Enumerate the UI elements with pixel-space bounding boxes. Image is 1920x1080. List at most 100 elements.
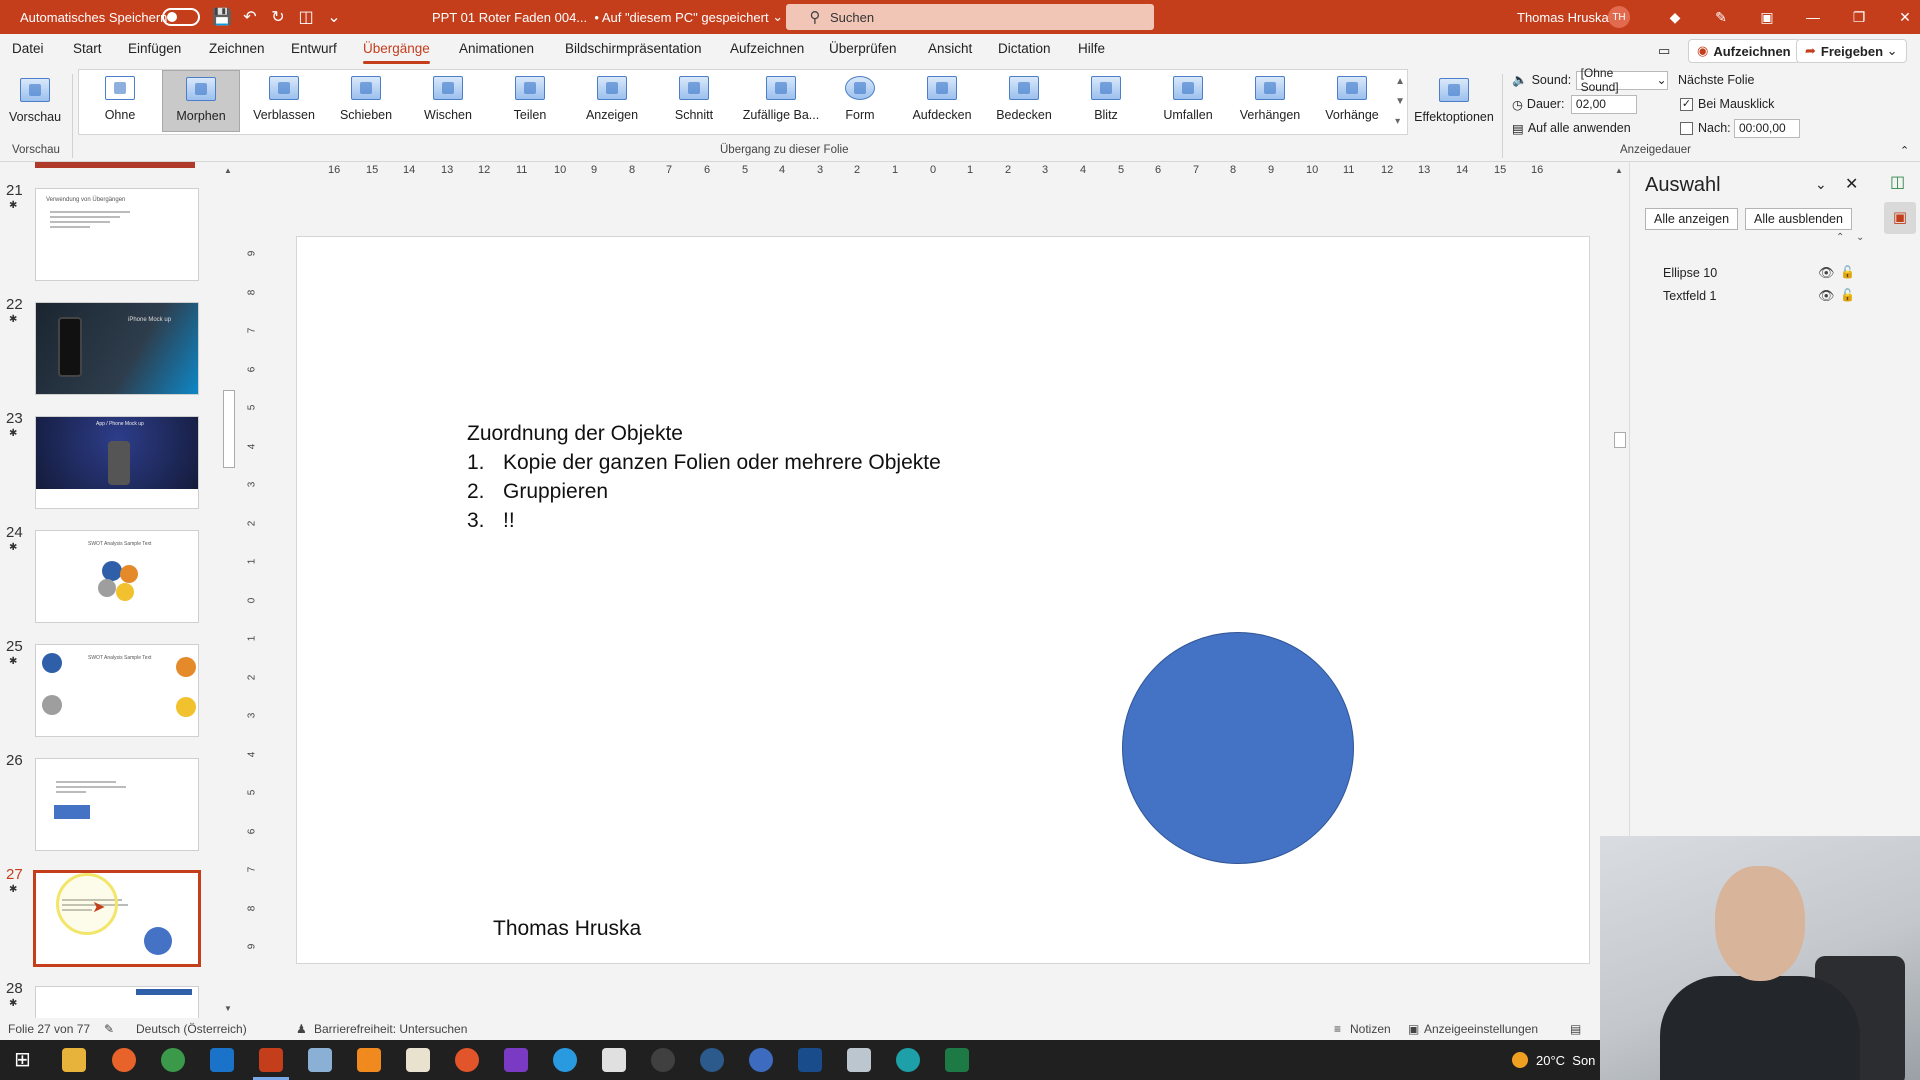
tab-dictation[interactable]: Dictation bbox=[998, 34, 1051, 66]
diamond-icon[interactable]: ◆ bbox=[1652, 0, 1698, 34]
lock-icon[interactable]: 🔓 bbox=[1840, 265, 1855, 279]
minimize-icon[interactable]: — bbox=[1790, 0, 1836, 34]
app-icon[interactable] bbox=[798, 1048, 822, 1072]
ellipse-shape[interactable] bbox=[1122, 632, 1354, 864]
lock-icon[interactable]: 🔓 bbox=[1840, 288, 1855, 302]
transition-wischen[interactable]: Wischen bbox=[409, 70, 487, 132]
transition-schnitt[interactable]: Schnitt bbox=[655, 70, 733, 132]
canvas-scroll-thumb[interactable] bbox=[1614, 432, 1626, 448]
undo-icon[interactable]: ↶ bbox=[236, 0, 264, 34]
collapse-ribbon-icon[interactable]: ⌃ bbox=[1900, 144, 1909, 157]
selection-item-ellipse[interactable]: Ellipse 10 bbox=[1663, 266, 1717, 280]
slide-thumbnail-26[interactable] bbox=[35, 758, 199, 851]
gallery-scroll[interactable]: ▲ ▼ ▾ bbox=[1395, 72, 1405, 132]
slide-20-thumbnail-edge[interactable] bbox=[35, 162, 195, 168]
slide-thumbnail-23[interactable]: App / Phone Mock up bbox=[35, 416, 199, 509]
notes-button[interactable]: Notizen bbox=[1350, 1022, 1391, 1036]
slide-thumbnail-22[interactable]: iPhone Mock up bbox=[35, 302, 199, 395]
powerpoint-icon[interactable] bbox=[253, 1048, 289, 1080]
outlook-icon[interactable] bbox=[210, 1048, 234, 1072]
tab-einfuegen[interactable]: Einfügen bbox=[128, 34, 181, 66]
tab-ansicht[interactable]: Ansicht bbox=[928, 34, 972, 66]
close-pane-icon[interactable]: ✕ bbox=[1845, 174, 1858, 194]
slide-thumbnail-25[interactable]: SWOT Analysis Sample Text bbox=[35, 644, 199, 737]
move-down-icon[interactable]: ⌄ bbox=[1856, 232, 1864, 243]
slide-textbox[interactable]: Zuordnung der Objekte 1. Kopie der ganzen… bbox=[467, 419, 941, 535]
transition-vorhaenge[interactable]: Vorhänge bbox=[1313, 70, 1391, 132]
hide-all-button[interactable]: Alle ausblenden bbox=[1745, 208, 1852, 230]
transition-verhaengen[interactable]: Verhängen bbox=[1231, 70, 1309, 132]
transition-aufdecken[interactable]: Aufdecken bbox=[903, 70, 981, 132]
transition-blitz[interactable]: Blitz bbox=[1067, 70, 1145, 132]
weather-widget[interactable]: 20°C Son bbox=[1512, 1052, 1595, 1068]
preview-button[interactable]: Vorschau bbox=[0, 72, 70, 134]
tab-aufzeichnen[interactable]: Aufzeichnen bbox=[730, 34, 804, 66]
thumbnail-scrollbar[interactable]: ▲ ▼ bbox=[222, 162, 236, 1018]
comments-icon[interactable]: ▭ bbox=[1650, 39, 1678, 63]
tab-bildschirmpraesentation[interactable]: Bildschirmpräsentation bbox=[565, 34, 702, 66]
transition-verblassen[interactable]: Verblassen bbox=[245, 70, 323, 132]
tab-start[interactable]: Start bbox=[73, 34, 102, 66]
transition-schieben[interactable]: Schieben bbox=[327, 70, 405, 132]
normal-view-icon[interactable]: ▤ bbox=[1570, 1022, 1581, 1036]
app-icon[interactable] bbox=[602, 1048, 626, 1072]
app-icon[interactable] bbox=[455, 1048, 479, 1072]
transition-ohne[interactable]: Ohne bbox=[81, 70, 159, 132]
show-all-button[interactable]: Alle anzeigen bbox=[1645, 208, 1739, 230]
app-icon[interactable] bbox=[308, 1048, 332, 1072]
after-field[interactable]: 00:00,00 bbox=[1734, 118, 1800, 138]
accessibility-status[interactable]: Barrierefreiheit: Untersuchen bbox=[314, 1022, 467, 1036]
transition-form[interactable]: Form bbox=[821, 70, 899, 132]
app-icon[interactable] bbox=[700, 1048, 724, 1072]
windows-start-icon[interactable]: ⊞ bbox=[14, 1048, 38, 1072]
save-icon[interactable]: 💾 bbox=[208, 0, 236, 34]
slide-thumbnail-28[interactable] bbox=[35, 986, 199, 1018]
edge-icon[interactable] bbox=[896, 1048, 920, 1072]
on-click-checkbox[interactable]: ✓ Bei Mausklick bbox=[1680, 94, 1774, 114]
slide-thumbnail-24[interactable]: SWOT Analysis Sample Text bbox=[35, 530, 199, 623]
apply-all-button[interactable]: ▤ Auf alle anwenden bbox=[1512, 118, 1631, 138]
scroll-up-icon[interactable]: ▲ bbox=[224, 166, 232, 175]
tab-hilfe[interactable]: Hilfe bbox=[1078, 34, 1105, 66]
share-button[interactable]: ➦ Freigeben ⌄ bbox=[1796, 39, 1907, 63]
search-input[interactable]: ⚲ Suchen bbox=[786, 4, 1154, 30]
chrome-icon[interactable] bbox=[161, 1048, 185, 1072]
slide-author[interactable]: Thomas Hruska bbox=[493, 917, 641, 941]
telegram-icon[interactable] bbox=[553, 1048, 577, 1072]
transition-umfallen[interactable]: Umfallen bbox=[1149, 70, 1227, 132]
comment-pane-icon[interactable]: ◫ bbox=[1890, 172, 1905, 192]
slide-canvas[interactable]: Zuordnung der Objekte 1. Kopie der ganzen… bbox=[296, 236, 1590, 964]
user-name[interactable]: Thomas Hruska bbox=[1517, 0, 1609, 34]
tab-datei[interactable]: Datei bbox=[12, 34, 44, 66]
language-status[interactable]: Deutsch (Österreich) bbox=[136, 1022, 247, 1036]
tab-animationen[interactable]: Animationen bbox=[459, 34, 534, 66]
app-icon[interactable] bbox=[406, 1048, 430, 1072]
scroll-down-icon[interactable]: ▼ bbox=[224, 1004, 232, 1013]
tab-zeichnen[interactable]: Zeichnen bbox=[209, 34, 265, 66]
pane-options-icon[interactable]: ⌄ bbox=[1815, 176, 1827, 193]
after-checkbox[interactable] bbox=[1680, 121, 1693, 135]
visibility-eye-icon[interactable]: 👁 bbox=[1818, 288, 1835, 304]
slide-thumbnail-21[interactable]: Verwendung von Übergängen bbox=[35, 188, 199, 281]
display-settings-button[interactable]: Anzeigeeinstellungen bbox=[1424, 1022, 1538, 1036]
app-icon[interactable] bbox=[651, 1048, 675, 1072]
autosave-toggle[interactable] bbox=[162, 0, 200, 34]
scroll-up-icon[interactable]: ▲ bbox=[1615, 166, 1623, 175]
present-icon[interactable]: ◫ bbox=[292, 0, 320, 34]
close-icon[interactable]: ✕ bbox=[1882, 0, 1920, 34]
selection-item-textfeld[interactable]: Textfeld 1 bbox=[1663, 289, 1717, 303]
thumbnail-scroll-thumb[interactable] bbox=[223, 390, 235, 468]
app-icon[interactable] bbox=[847, 1048, 871, 1072]
pen-icon[interactable]: ✎ bbox=[1698, 0, 1744, 34]
redo-icon[interactable]: ↻ bbox=[264, 0, 292, 34]
transition-morphen[interactable]: Morphen bbox=[162, 70, 240, 132]
sound-select[interactable]: [Ohne Sound] ⌄ bbox=[1575, 66, 1668, 94]
file-explorer-icon[interactable] bbox=[62, 1048, 86, 1072]
app-icon[interactable] bbox=[749, 1048, 773, 1072]
transition-teilen[interactable]: Teilen bbox=[491, 70, 569, 132]
tab-ueberpruefen[interactable]: Überprüfen bbox=[829, 34, 897, 66]
quick-access-more-icon[interactable]: ⌄ bbox=[320, 0, 348, 34]
duration-field[interactable]: 02,00 bbox=[1570, 94, 1637, 114]
tab-uebergaenge[interactable]: Übergänge bbox=[363, 34, 430, 66]
vlc-icon[interactable] bbox=[357, 1048, 381, 1072]
